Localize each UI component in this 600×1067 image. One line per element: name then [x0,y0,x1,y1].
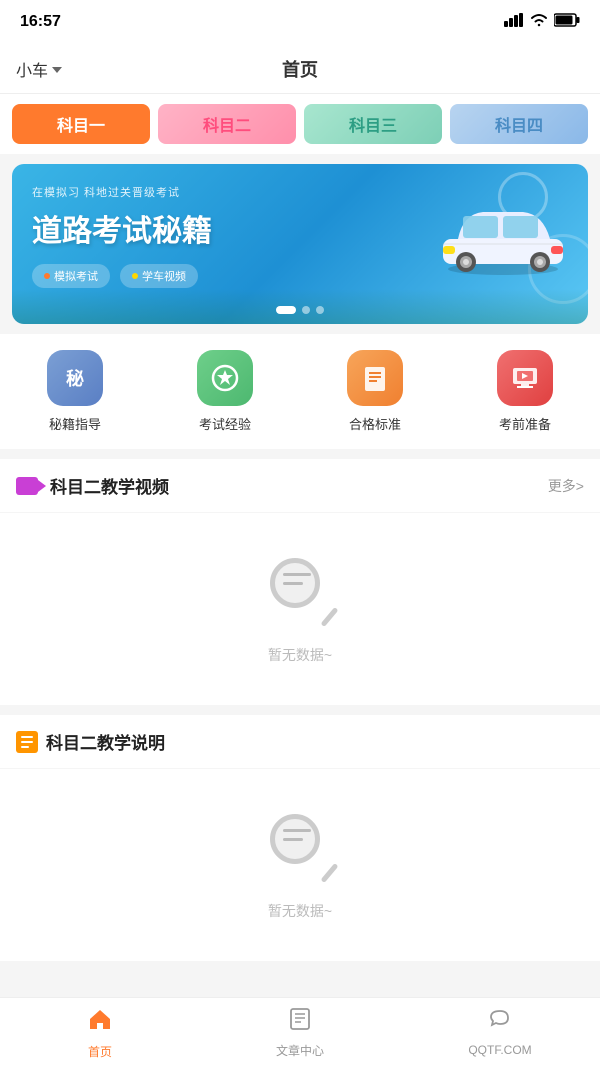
doc-empty-icon [260,809,340,889]
video-section-header: 科目二教学视频 更多> [0,459,600,512]
signal-icon [504,13,524,32]
video-section-title: 科目二教学视频 [50,473,169,498]
doc-empty-text: 暂无数据~ [268,901,332,921]
category-tab-1[interactable]: 科目一 [12,104,150,144]
header: 小车 首页 [0,44,600,94]
tab-home-label: 首页 [88,1043,112,1060]
doc-section-title: 科目二教学说明 [46,729,165,754]
features-grid: 秘 秘籍指导 考试经验 合格标准 [0,334,600,449]
video-play-icon [16,477,38,495]
articles-icon [288,1007,312,1038]
feature-icon-4 [497,350,553,406]
feature-icon-2 [197,350,253,406]
doc-section-header: 科目二教学说明 [0,715,600,768]
doc-title-wrap: 科目二教学说明 [16,729,165,754]
video-more-button[interactable]: 更多> [548,476,584,496]
banner-dot-1[interactable] [276,306,296,314]
chevron-down-icon [52,67,62,73]
feature-label-3: 合格标准 [349,414,401,433]
status-time: 16:57 [20,13,61,31]
feature-icon-1: 秘 [47,350,103,406]
vehicle-label: 小车 [16,57,48,81]
home-icon [87,1006,113,1039]
feature-label-1: 秘籍指导 [49,414,101,433]
feature-icon-3 [347,350,403,406]
doc-icon [16,731,38,753]
status-icons [504,13,580,32]
feature-label-2: 考试经验 [199,414,251,433]
category-tab-2[interactable]: 科目二 [158,104,296,144]
category-tab-4[interactable]: 科目四 [450,104,588,144]
feature-item-1[interactable]: 秘 秘籍指导 [0,350,150,433]
tab-community-label: QQTF.COM [468,1043,531,1057]
video-empty-text: 暂无数据~ [268,645,332,665]
battery-icon [554,13,580,32]
page-title: 首页 [282,56,318,82]
feature-label-4: 考前准备 [499,414,551,433]
video-empty-state: 暂无数据~ [0,513,600,705]
video-empty-icon [260,553,340,633]
tab-home[interactable]: 首页 [0,998,200,1067]
category-tabs: 科目一 科目二 科目三 科目四 [0,94,600,154]
wifi-icon [530,13,548,32]
tab-articles[interactable]: 文章中心 [200,998,400,1067]
banner-dot-2[interactable] [302,306,310,314]
video-title-wrap: 科目二教学视频 [16,473,169,498]
doc-empty-state: 暂无数据~ [0,769,600,961]
category-tab-3[interactable]: 科目三 [304,104,442,144]
banner-dots [276,306,324,314]
tab-articles-label: 文章中心 [276,1042,324,1059]
car-illustration [438,184,568,284]
status-bar: 16:57 [0,0,600,44]
banner-btn-1[interactable]: 模拟考试 [32,264,110,288]
banner[interactable]: 在模拟习 科地过关晋级考试 道路考试秘籍 模拟考试 学车视频 [12,164,588,324]
feature-item-4[interactable]: 考前准备 [450,350,600,433]
tab-community[interactable]: QQTF.COM [400,998,600,1067]
community-icon [488,1008,512,1039]
banner-dot-3[interactable] [316,306,324,314]
tab-bar: 首页 文章中心 QQTF.COM [0,997,600,1067]
btn1-dot [44,273,50,279]
btn2-dot [132,273,138,279]
banner-btn2-label: 学车视频 [142,268,186,284]
vehicle-selector[interactable]: 小车 [16,57,62,81]
feature-item-2[interactable]: 考试经验 [150,350,300,433]
banner-btn-2[interactable]: 学车视频 [120,264,198,288]
banner-btn1-label: 模拟考试 [54,268,98,284]
feature-item-3[interactable]: 合格标准 [300,350,450,433]
